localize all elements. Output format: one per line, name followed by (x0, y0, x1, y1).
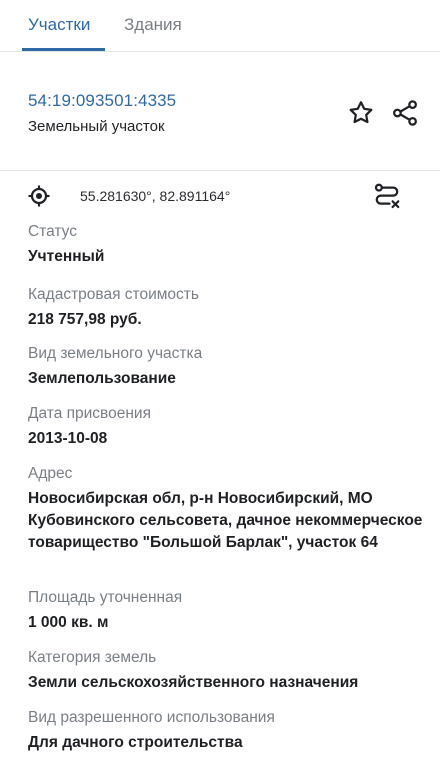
field-label: Категория земель (28, 649, 157, 666)
field-value: Землепользование (28, 370, 176, 387)
share-icon (393, 100, 417, 126)
route-icon (374, 183, 400, 209)
coordinates-text[interactable]: 55.281630°, 82.891164° (80, 187, 230, 205)
field-label: Статус (28, 223, 77, 240)
tab-buildings[interactable]: Здания (124, 15, 182, 35)
field-value: Учтенный (28, 248, 105, 265)
locate-button[interactable] (22, 179, 56, 213)
field-label: Кадастровая стоимость (28, 286, 199, 303)
share-button[interactable] (388, 96, 422, 130)
star-icon (349, 101, 373, 124)
field-label: Вид разрешенного использования (28, 709, 275, 726)
field-label: Вид земельного участка (28, 345, 203, 362)
field-value: 1 000 кв. м (28, 614, 109, 631)
field-value: Земли сельскохозяйственного назначения (28, 674, 359, 691)
field-value: Для дачного строительства (28, 734, 243, 751)
field-value: Новосибирская обл, р-н Новосибирский, МО… (28, 490, 423, 551)
field-cadastral-cost: Кадастровая стоимость 218 757,98 руб. (28, 285, 428, 331)
coordinates-row: 55.281630°, 82.891164° (0, 172, 440, 220)
field-value: 218 757,98 руб. (28, 311, 142, 328)
field-label: Площадь уточненная (28, 589, 183, 606)
field-status: Статус Учтенный (28, 222, 428, 268)
field-land-category: Категория земель Земли сельскохозяйствен… (28, 648, 428, 694)
parcel-header: 54:19:093501:4335 Земельный участок (0, 52, 440, 170)
field-area: Площадь уточненная 1 000 кв. м (28, 588, 428, 634)
field-label: Дата присвоения (28, 405, 151, 422)
favorite-button[interactable] (344, 96, 378, 130)
field-assignment-date: Дата присвоения 2013-10-08 (28, 404, 428, 450)
location-target-icon (28, 185, 50, 207)
field-value: 2013-10-08 (28, 430, 108, 447)
object-type: Земельный участок (28, 118, 165, 135)
field-address: Адрес Новосибирская обл, р-н Новосибирск… (28, 464, 428, 554)
field-permitted-use: Вид разрешенного использования Для дачно… (28, 708, 428, 754)
route-button[interactable] (368, 178, 406, 216)
field-land-type: Вид земельного участка Землепользование (28, 344, 428, 390)
cadastral-number[interactable]: 54:19:093501:4335 (28, 90, 176, 112)
tab-parcels[interactable]: Участки (28, 15, 90, 35)
divider (0, 170, 440, 171)
tab-bar: Участки Здания (0, 0, 440, 51)
field-label: Адрес (28, 465, 73, 482)
